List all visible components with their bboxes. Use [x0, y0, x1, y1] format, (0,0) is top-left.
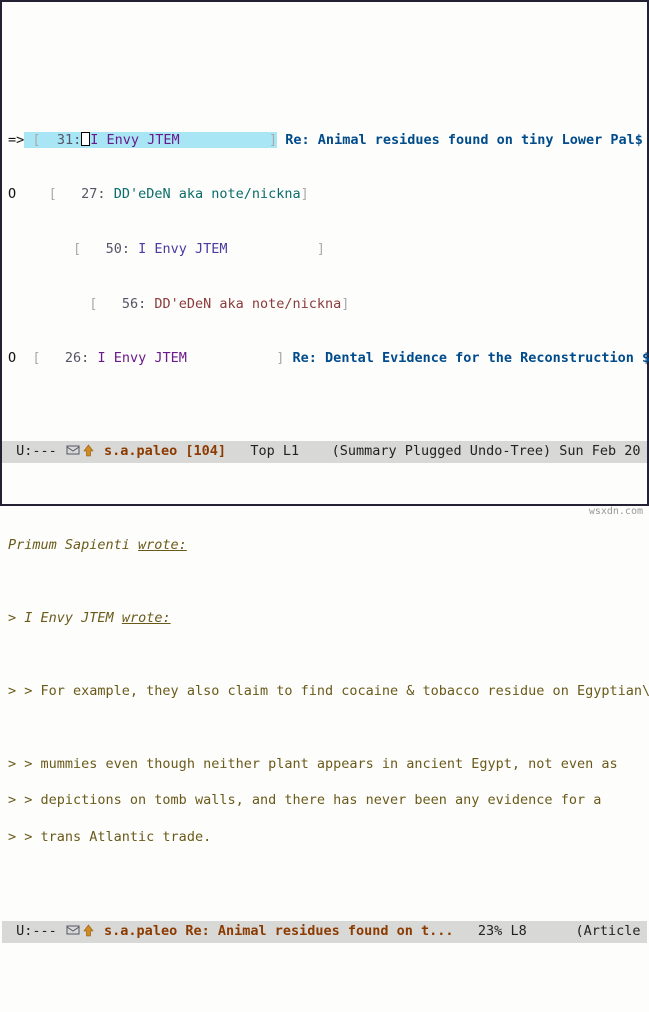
- row-marker: O: [8, 186, 16, 202]
- quoted-line: > > trans Atlantic trade.: [8, 828, 641, 846]
- row-index: 31:: [57, 132, 81, 148]
- row-index: 27:: [57, 186, 106, 202]
- row-subject: Re: Animal residues found on tiny Lower …: [285, 132, 643, 148]
- row-marker: [8, 241, 16, 257]
- blank-line: [8, 573, 641, 591]
- bracket-open: [: [24, 350, 40, 366]
- modeline-position: 23% L8: [454, 923, 576, 939]
- bracket-close: ]: [301, 186, 309, 202]
- bracket-close: ]: [269, 132, 277, 148]
- summary-row[interactable]: [ 56: DD'eDeN aka note/nickna]: [8, 295, 641, 313]
- org-pane[interactable]: This is an org document! ○ I am reading …: [2, 998, 647, 1012]
- blank-line: [8, 719, 641, 737]
- modeline-position: Top L1: [226, 443, 332, 459]
- attribution: > I Envy JTEM wrote:: [8, 609, 641, 627]
- row-index: 26:: [41, 350, 90, 366]
- row-from: I Envy JTEM: [89, 350, 276, 366]
- bracket-open: [: [32, 132, 40, 148]
- bracket-close: ]: [341, 296, 349, 312]
- modeline-status: U:---: [8, 923, 65, 939]
- quoted-line: > > For example, they also claim to find…: [8, 682, 641, 700]
- message-icon: [66, 924, 80, 942]
- modeline-time: Sun Feb 20: [551, 443, 640, 459]
- text-cursor: [81, 132, 90, 146]
- modeline-summary: U:--- s.a.paleo [104] Top L1 (Summary Pl…: [2, 441, 647, 463]
- summary-row[interactable]: => [ 31: I Envy JTEM ] Re: Animal residue…: [8, 131, 641, 149]
- modeline-modes: (Article Un: [575, 923, 647, 939]
- row-index: 50:: [81, 241, 130, 257]
- summary-row[interactable]: O [ 26: I Envy JTEM ] Re: Dental Evidenc…: [8, 349, 641, 367]
- up-arrow-icon: [83, 444, 94, 462]
- bracket-open: [: [24, 241, 81, 257]
- bracket-close: ]: [276, 350, 284, 366]
- modeline-status: U:---: [8, 443, 65, 459]
- row-marker: =>: [8, 132, 24, 148]
- summary-row[interactable]: [ 50: I Envy JTEM ]: [8, 240, 641, 258]
- summary-row[interactable]: O [ 27: DD'eDeN aka note/nickna]: [8, 185, 641, 203]
- quoted-line: > > mummies even though neither plant ap…: [8, 755, 641, 773]
- attribution: Primum Sapienti wrote:: [8, 536, 641, 554]
- row-from: I Envy JTEM: [130, 241, 317, 257]
- modeline-article: U:--- s.a.paleo Re: Animal residues foun…: [2, 921, 647, 943]
- watermark: wsxdn.com: [589, 505, 643, 519]
- modeline-modes: (Summary Plugged Undo-Tree): [332, 443, 551, 459]
- summary-pane[interactable]: => [ 31: I Envy JTEM ] Re: Animal residue…: [2, 93, 647, 387]
- modeline-buffer: s.a.paleo [104]: [104, 443, 226, 459]
- row-marker: [8, 296, 16, 312]
- bracket-open: [: [24, 186, 57, 202]
- blank-line: [8, 646, 641, 664]
- bracket-close: ]: [317, 241, 325, 257]
- up-arrow-icon: [83, 924, 94, 942]
- row-index: 56:: [97, 296, 146, 312]
- bracket-open: [: [24, 296, 97, 312]
- row-marker: O: [8, 350, 16, 366]
- row-subject: Re: Dental Evidence for the Reconstructi…: [293, 350, 649, 366]
- modeline-buffer: s.a.paleo Re: Animal residues found on t…: [104, 923, 454, 939]
- row-from: DD'eDeN aka note/nickna: [146, 296, 341, 312]
- article-pane[interactable]: Primum Sapienti wrote: > I Envy JTEM wro…: [2, 518, 647, 866]
- message-icon: [66, 444, 80, 462]
- row-from: DD'eDeN aka note/nickna: [106, 186, 301, 202]
- row-from: I Envy JTEM: [90, 132, 179, 148]
- quoted-line: > > depictions on tomb walls, and there …: [8, 791, 641, 809]
